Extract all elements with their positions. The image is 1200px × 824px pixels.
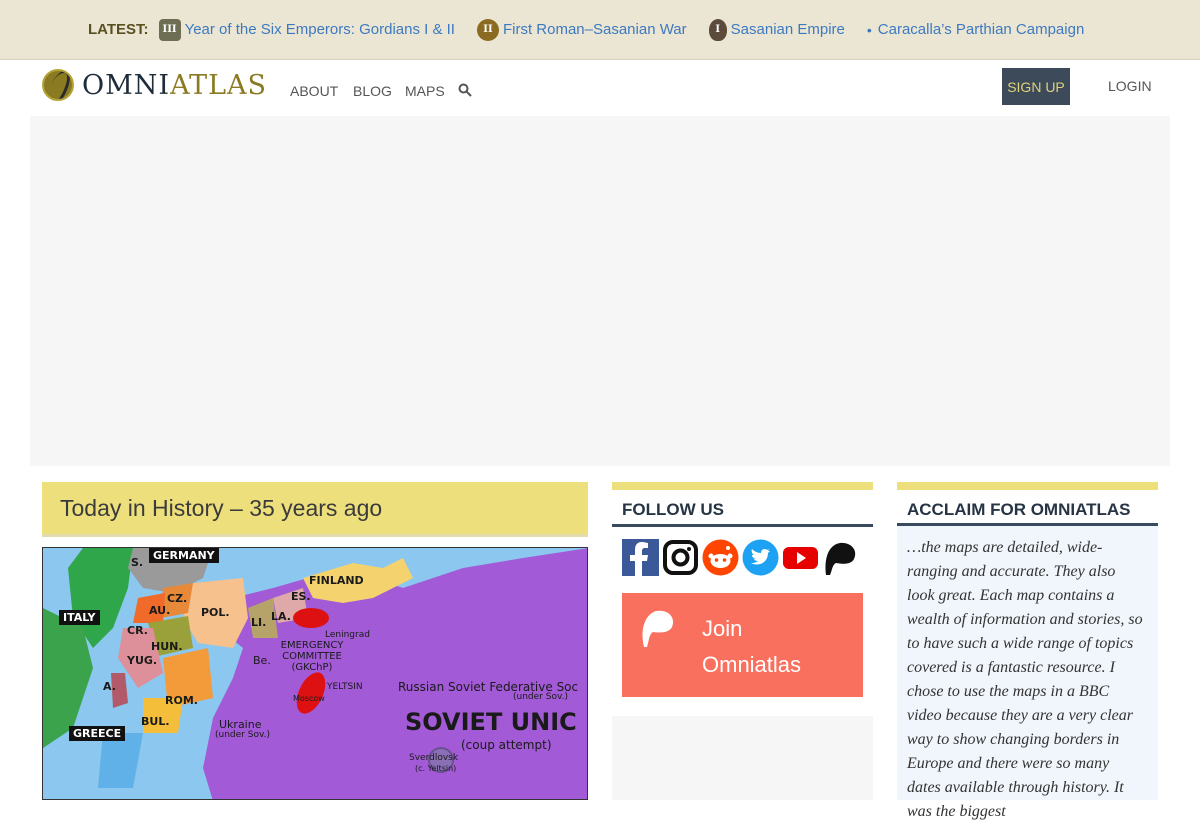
map-label-s: S. xyxy=(131,556,144,569)
login-link[interactable]: LOGIN xyxy=(1108,78,1152,94)
follow-us-title: FOLLOW US xyxy=(612,500,873,527)
map-label-li: LI. xyxy=(251,616,267,629)
roman-numeral-icon: I xyxy=(708,18,727,41)
reddit-icon[interactable] xyxy=(702,539,739,576)
map-label-greece: GREECE xyxy=(69,726,126,741)
map-label-a: A. xyxy=(103,680,116,693)
logo-wordmark: OMNIATLAS xyxy=(82,69,268,101)
today-in-history-header: Today in History – 35 years ago xyxy=(42,482,588,537)
roman-numeral-icon: III xyxy=(158,18,181,41)
latest-item-roman-sasanian-war[interactable]: II First Roman–Sasanian War xyxy=(476,18,687,41)
map-label-leningrad: Leningrad xyxy=(325,630,370,640)
map-label-sverdlovsk: Sverdlovsk xyxy=(409,753,459,763)
map-label-italy: ITALY xyxy=(59,610,100,625)
map-label-be: Be. xyxy=(253,654,271,667)
map-label-hun: HUN. xyxy=(151,640,183,653)
latest-label: LATEST: xyxy=(88,21,149,38)
latest-item-caracalla[interactable]: • Caracalla’s Parthian Campaign xyxy=(867,21,1084,38)
acclaim-title: ACCLAIM FOR OMNIATLAS xyxy=(897,490,1158,526)
map-label-cr: CR. xyxy=(127,624,148,637)
map-label-yug: YUG. xyxy=(127,654,158,667)
search-icon[interactable] xyxy=(458,83,472,97)
youtube-icon[interactable] xyxy=(782,539,819,576)
map-label-russian-sub: (under Sov.) xyxy=(513,692,568,702)
roman-numeral-icon: II xyxy=(476,18,499,41)
map-label-coup: (coup attempt) xyxy=(461,738,552,752)
acclaim-quote: …the maps are detailed, wide-ranging and… xyxy=(907,539,1143,820)
twitter-icon[interactable] xyxy=(742,539,779,576)
nav-maps[interactable]: MAPS xyxy=(405,83,445,99)
map-label-yeltsin: YELTSIN xyxy=(327,682,363,692)
latest-item-label: Caracalla’s Parthian Campaign xyxy=(877,21,1085,38)
map-label-emergency-committee: EMERGENCY COMMITTEE (GKChP) xyxy=(280,640,344,673)
facebook-icon[interactable] xyxy=(622,539,659,576)
join-text: Join Omniatlas xyxy=(702,616,802,677)
map-label-finland: FINLAND xyxy=(309,574,364,587)
latest-item-label: Sasanian Empire xyxy=(730,21,845,38)
latest-item-sasanian-empire[interactable]: I Sasanian Empire xyxy=(708,18,845,41)
site-logo[interactable]: OMNIATLAS xyxy=(42,69,267,101)
history-map[interactable]: GERMANY ITALY GREECE FINLAND POL. CZ. AU… xyxy=(42,547,588,800)
globe-icon xyxy=(42,69,74,101)
map-label-es: ES. xyxy=(291,590,311,603)
latest-item-label: First Roman–Sasanian War xyxy=(502,21,687,38)
map-label-pol: POL. xyxy=(201,606,230,619)
map-label-soviet-union: SOVIET UNIC xyxy=(405,708,577,736)
map-label-au: AU. xyxy=(149,604,171,617)
patreon-icon[interactable] xyxy=(822,539,859,576)
main-nav: OMNIATLAS ABOUT BLOG MAPS SIGN UP LOGIN xyxy=(0,60,1200,116)
map-label-moscow: Moscow xyxy=(293,694,325,703)
nav-blog[interactable]: BLOG xyxy=(353,83,392,99)
map-label-germany: GERMANY xyxy=(149,548,219,563)
map-label-rom: ROM. xyxy=(165,694,198,707)
nav-about[interactable]: ABOUT xyxy=(290,83,338,99)
sidebar-placeholder xyxy=(612,716,873,800)
sign-up-button[interactable]: SIGN UP xyxy=(1002,68,1070,105)
join-omniatlas-button[interactable]: Join Omniatlas xyxy=(622,593,863,697)
today-in-history-title: Today in History – 35 years ago xyxy=(60,494,383,521)
latest-item-gordians[interactable]: III Year of the Six Emperors: Gordians I… xyxy=(158,18,455,41)
map-label-ukraine-sub: (under Sov.) xyxy=(215,730,270,740)
latest-item-label: Year of the Six Emperors: Gordians I & I… xyxy=(184,21,455,38)
acclaim-panel: ACCLAIM FOR OMNIATLAS …the maps are deta… xyxy=(897,482,1158,820)
ad-placeholder xyxy=(30,116,1170,466)
latest-bar: LATEST: III Year of the Six Emperors: Go… xyxy=(0,0,1200,60)
patreon-icon xyxy=(642,610,674,647)
social-icons xyxy=(612,539,873,576)
map-label-la: LA. xyxy=(271,610,291,623)
panel-accent-bar xyxy=(612,482,873,490)
map-label-bul: BUL. xyxy=(141,715,170,728)
instagram-icon[interactable] xyxy=(662,539,699,576)
bullet-icon: • xyxy=(866,21,872,38)
panel-accent-bar xyxy=(897,482,1158,490)
map-label-sverdlovsk-sub: (c. Yeltsin) xyxy=(415,764,457,773)
